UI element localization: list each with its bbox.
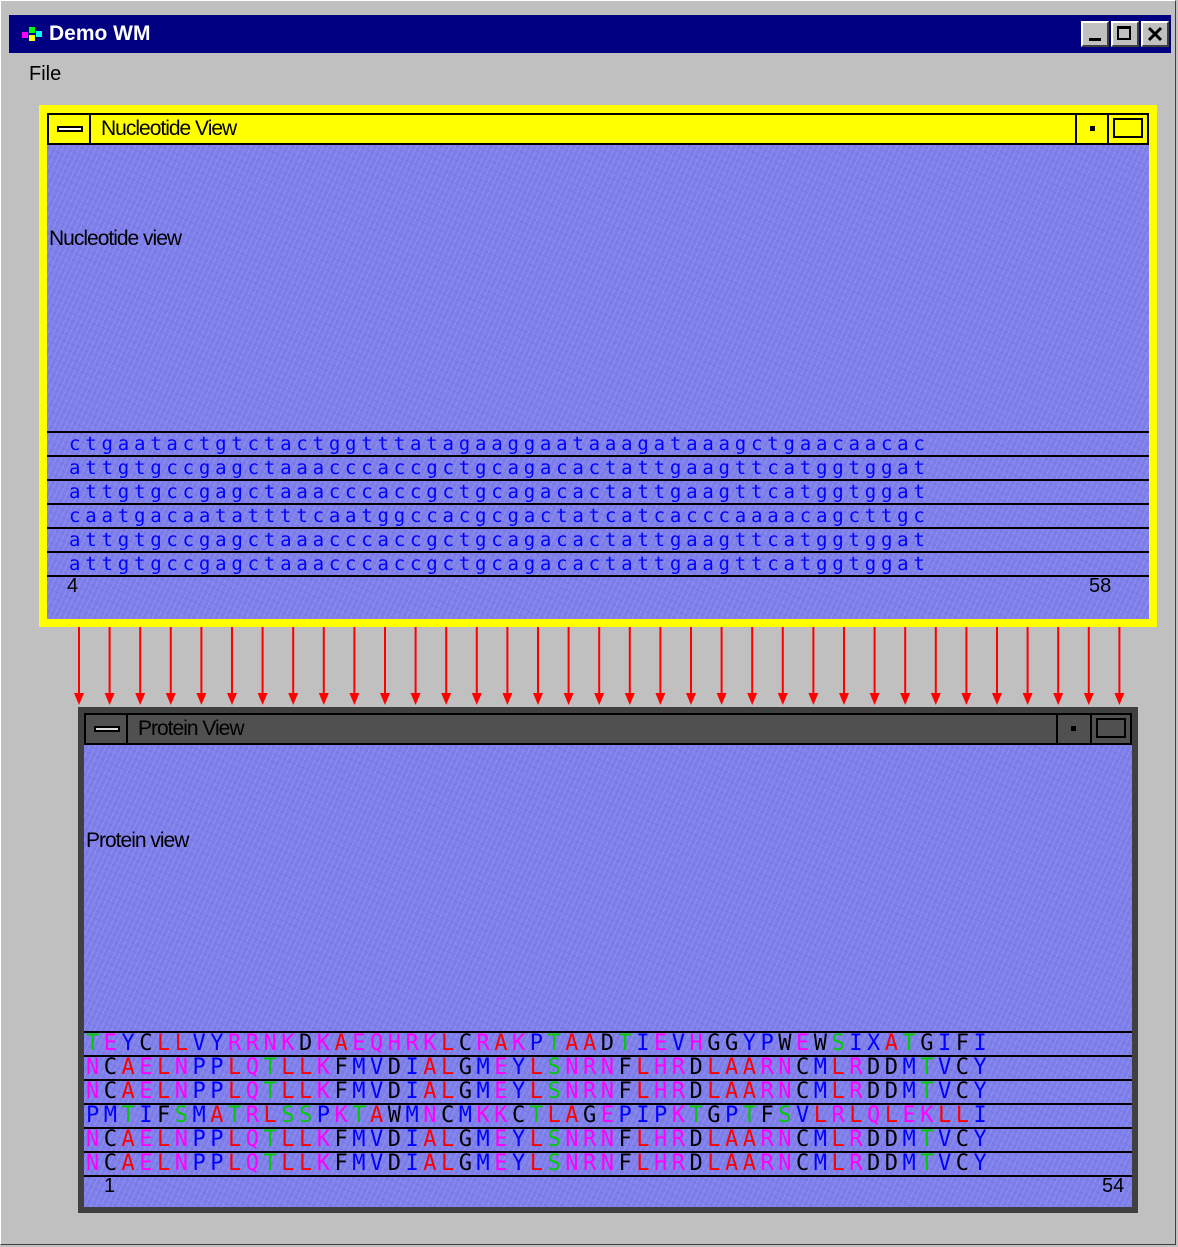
app-window: Demo WM File Nucleotide View Nucleotide …: [0, 0, 1176, 1245]
protein-caption-title: Protein View: [138, 717, 245, 740]
close-icon: [1147, 26, 1163, 42]
nucleotide-system-menu-icon[interactable]: [49, 115, 91, 143]
down-arrow-icon: [502, 627, 513, 705]
down-arrow-icon: [563, 627, 574, 705]
down-arrow-icon: [165, 627, 176, 705]
down-arrow-icon: [533, 627, 543, 705]
down-arrow-icon: [686, 627, 696, 705]
sequence-row: attgtgccgagctaaacccaccgctgcagacactattgaa…: [47, 527, 1149, 551]
down-arrow-icon: [808, 627, 819, 705]
down-arrow-icon: [961, 627, 972, 705]
down-arrow-icon: [1022, 627, 1033, 705]
down-arrow-icon: [471, 627, 482, 705]
down-arrow-icon: [900, 627, 911, 705]
protein-view-window[interactable]: Protein View Protein view TEYCLLVYRRNKDK…: [78, 707, 1138, 1213]
menu-bar: File: [9, 55, 1171, 91]
down-arrow-icon: [349, 627, 360, 705]
sequence-divider: [47, 575, 1149, 577]
nucleotide-view-window[interactable]: Nucleotide View Nucleotide view ctgaatac…: [39, 105, 1157, 627]
down-arrow-icon: [196, 627, 207, 705]
nucleotide-view-label: Nucleotide view: [49, 227, 182, 250]
sequence-divider: [84, 1175, 1132, 1177]
protein-row: PMTIFSMATRLSSPKTAWMNCMKKCTLAGEPIPKTGPTFS…: [84, 1103, 1132, 1127]
minimize-button[interactable]: [1081, 21, 1109, 47]
down-arrow-icon: [655, 627, 666, 705]
end-position: 54: [1102, 1175, 1125, 1197]
app-icon: [22, 27, 42, 41]
down-arrow-icon: [869, 627, 880, 705]
down-arrow-icon: [930, 627, 941, 705]
protein-caption-bar[interactable]: Protein View: [84, 713, 1132, 745]
sequence-row: attgtgccgagctaaacccaccgctgcagacactattgaa…: [47, 479, 1149, 503]
protein-view-body: Protein view TEYCLLVYRRNKDKAEQHRKLCRAKPT…: [84, 745, 1132, 1207]
down-arrow-icon: [1083, 627, 1094, 705]
nucleotide-caption-bar[interactable]: Nucleotide View: [47, 113, 1149, 145]
down-arrow-icon: [441, 627, 452, 705]
protein-system-menu-icon[interactable]: [86, 715, 128, 743]
down-arrow-icon: [227, 627, 237, 705]
down-arrow-icon: [624, 627, 635, 705]
sequence-row: attgtgccgagctaaacccaccgctgcagacactattgaa…: [47, 551, 1149, 575]
nucleotide-minimize-button[interactable]: [1075, 115, 1109, 143]
mapping-arrows: [74, 627, 1125, 705]
down-arrow-icon: [257, 627, 268, 705]
down-arrow-icon: [1114, 627, 1125, 705]
down-arrow-icon: [716, 627, 727, 705]
start-position: 1: [104, 1175, 116, 1197]
protein-row: NCAELNPPLQTLLKFMVDIALGMEYLSNRNFLHRDLAARN…: [84, 1079, 1132, 1103]
down-arrow-icon: [777, 627, 788, 705]
close-button[interactable]: [1141, 21, 1169, 47]
nucleotide-maximize-button[interactable]: [1107, 115, 1147, 143]
nucleotide-caption-title: Nucleotide View: [101, 117, 237, 140]
down-arrow-icon: [839, 627, 849, 705]
down-arrow-icon: [380, 627, 390, 705]
end-position: 58: [1089, 575, 1112, 597]
down-arrow-icon: [594, 627, 605, 705]
protein-maximize-button[interactable]: [1090, 715, 1130, 743]
protein-row: TEYCLLVYRRNKDKAEQHRKLCRAKPTAADTIEVHGGYPW…: [84, 1031, 1132, 1055]
nucleotide-view-body: Nucleotide view ctgaatactgtctactggtttata…: [47, 145, 1149, 619]
protein-minimize-button[interactable]: [1056, 715, 1090, 743]
down-arrow-icon: [135, 627, 146, 705]
maximize-icon: [1117, 26, 1131, 40]
protein-row: NCAELNPPLQTLLKFMVDIALGMEYLSNRNFLHRDLAARN…: [84, 1055, 1132, 1079]
start-position: 4: [67, 575, 79, 597]
down-arrow-icon: [318, 627, 329, 705]
maximize-button[interactable]: [1111, 21, 1139, 47]
down-arrow-icon: [410, 627, 421, 705]
sequence-row: attgtgccgagctaaacccaccgctgcagacactattgaa…: [47, 455, 1149, 479]
down-arrow-icon: [74, 627, 84, 705]
down-arrow-icon: [104, 627, 115, 705]
protein-row: NCAELNPPLQTLLKFMVDIALGMEYLSNRNFLHRDLAARN…: [84, 1151, 1132, 1175]
down-arrow-icon: [1053, 627, 1064, 705]
protein-view-label: Protein view: [86, 829, 189, 852]
down-arrow-icon: [288, 627, 299, 705]
sequence-row: ctgaatactgtctactggtttatagaaggaataaagataa…: [47, 431, 1149, 455]
protein-row: NCAELNPPLQTLLKFMVDIALGMEYLSNRNFLHRDLAARN…: [84, 1127, 1132, 1151]
menu-file[interactable]: File: [29, 63, 61, 86]
title-bar[interactable]: Demo WM: [9, 15, 1171, 53]
sequence-row: caatgacaatattttcaatggccacgcgactatcatcacc…: [47, 503, 1149, 527]
window-title: Demo WM: [49, 22, 151, 45]
down-arrow-icon: [992, 627, 1002, 705]
down-arrow-icon: [747, 627, 758, 705]
minimize-icon: [1089, 38, 1101, 41]
